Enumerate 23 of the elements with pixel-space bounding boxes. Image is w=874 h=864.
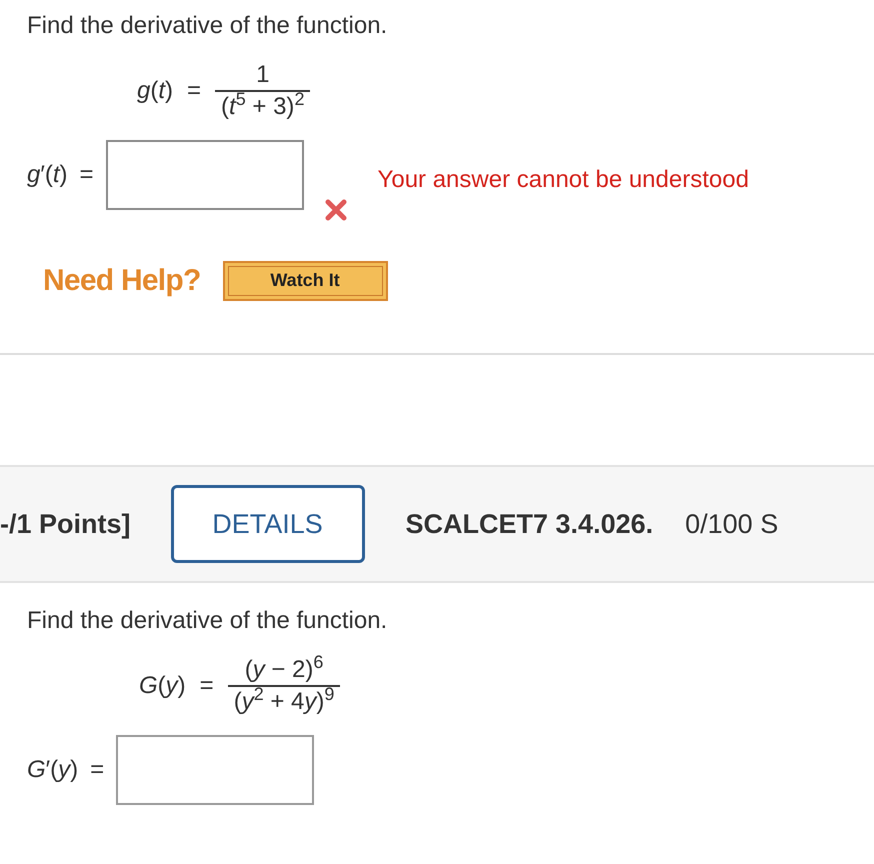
equals-sign: = — [90, 755, 104, 785]
watch-it-button[interactable]: Watch It — [222, 260, 388, 300]
answer-label: G′(y) — [27, 755, 78, 785]
fraction-denominator: (y$^{2}$ + 4y)$^{9}$ — [232, 687, 336, 717]
equals-sign: = — [200, 671, 214, 701]
equals-sign: = — [187, 76, 202, 106]
points-label: -/1 Points] — [0, 508, 131, 541]
equals-sign: = — [80, 160, 94, 190]
answer-field[interactable] — [106, 140, 304, 210]
need-help-label: Need Help? — [43, 263, 201, 299]
fraction-numerator: 1 — [255, 60, 270, 90]
answer-label: g′(t) — [27, 160, 68, 190]
submissions-count: 0/100 S — [685, 508, 778, 541]
problem-id: SCALCET7 3.4.026. — [406, 508, 654, 541]
question-prompt: Find the derivative of the function. — [27, 11, 388, 41]
function-name: g(t) — [137, 76, 174, 106]
answer-field[interactable] — [116, 735, 314, 805]
fraction-numerator: (y − 2)$^{6}$ — [244, 655, 324, 685]
error-message: Your answer cannot be understood — [378, 165, 749, 195]
fraction-denominator: (t$^{5}$ + 3)$^{2}$ — [220, 92, 306, 122]
function-name: G(y) — [139, 671, 186, 701]
details-button[interactable]: DETAILS — [170, 485, 365, 563]
question-prompt: Find the derivative of the function. — [27, 606, 388, 636]
